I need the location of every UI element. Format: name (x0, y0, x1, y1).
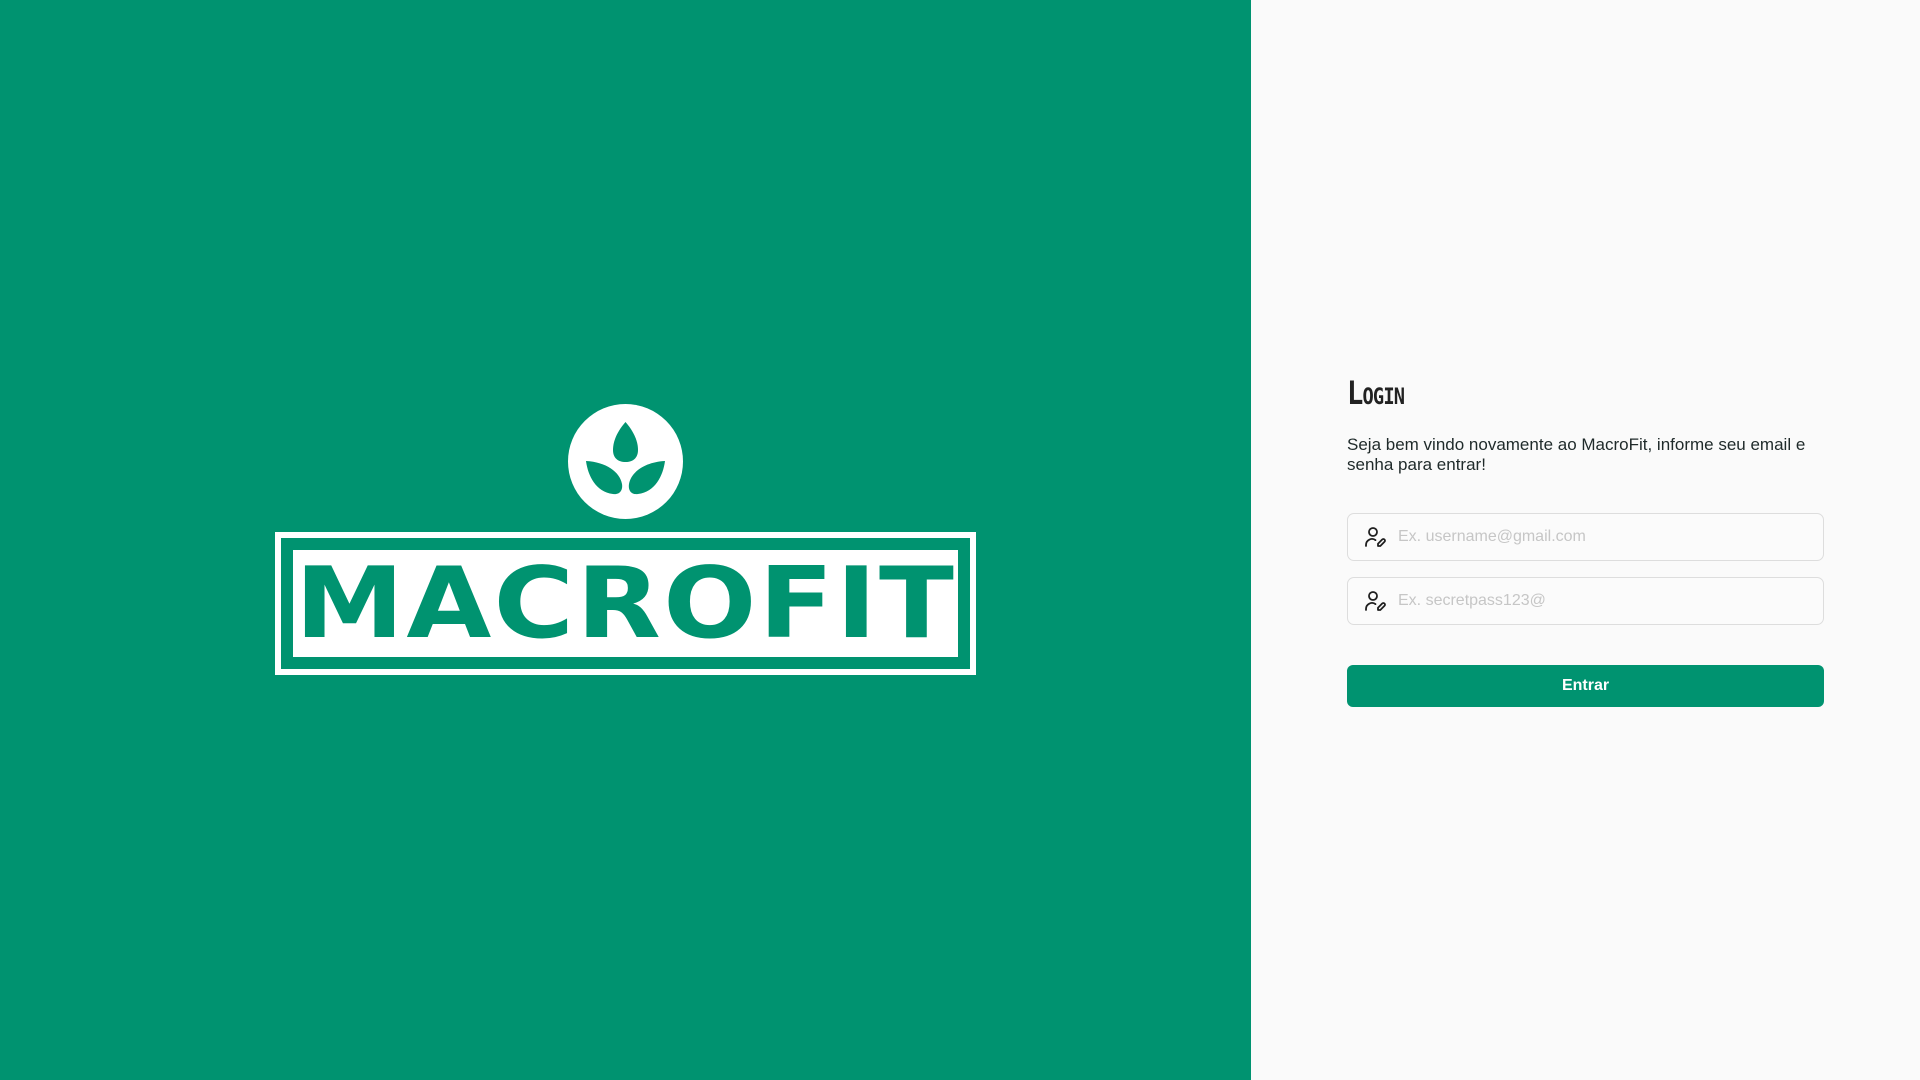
leaf-sprout-icon (568, 404, 683, 519)
logo-wordmark: MACROFIT (294, 546, 957, 661)
user-pen-icon (1364, 589, 1388, 613)
user-pen-icon (1364, 525, 1388, 549)
login-button[interactable]: Entrar (1347, 665, 1824, 707)
login-page: MACROFIT Login Seja bem vindo novamente … (0, 0, 1920, 1080)
email-field[interactable] (1347, 513, 1824, 561)
password-field[interactable] (1347, 577, 1824, 625)
password-input[interactable] (1398, 578, 1823, 624)
logo: MACROFIT (293, 550, 958, 657)
brand-panel: MACROFIT (0, 0, 1251, 1080)
login-description: Seja bem vindo novamente ao MacroFit, in… (1347, 435, 1806, 474)
login-panel: Login Seja bem vindo novamente ao MacroF… (1251, 0, 1920, 1080)
login-title: Login (1347, 374, 1405, 412)
email-input[interactable] (1398, 514, 1823, 560)
